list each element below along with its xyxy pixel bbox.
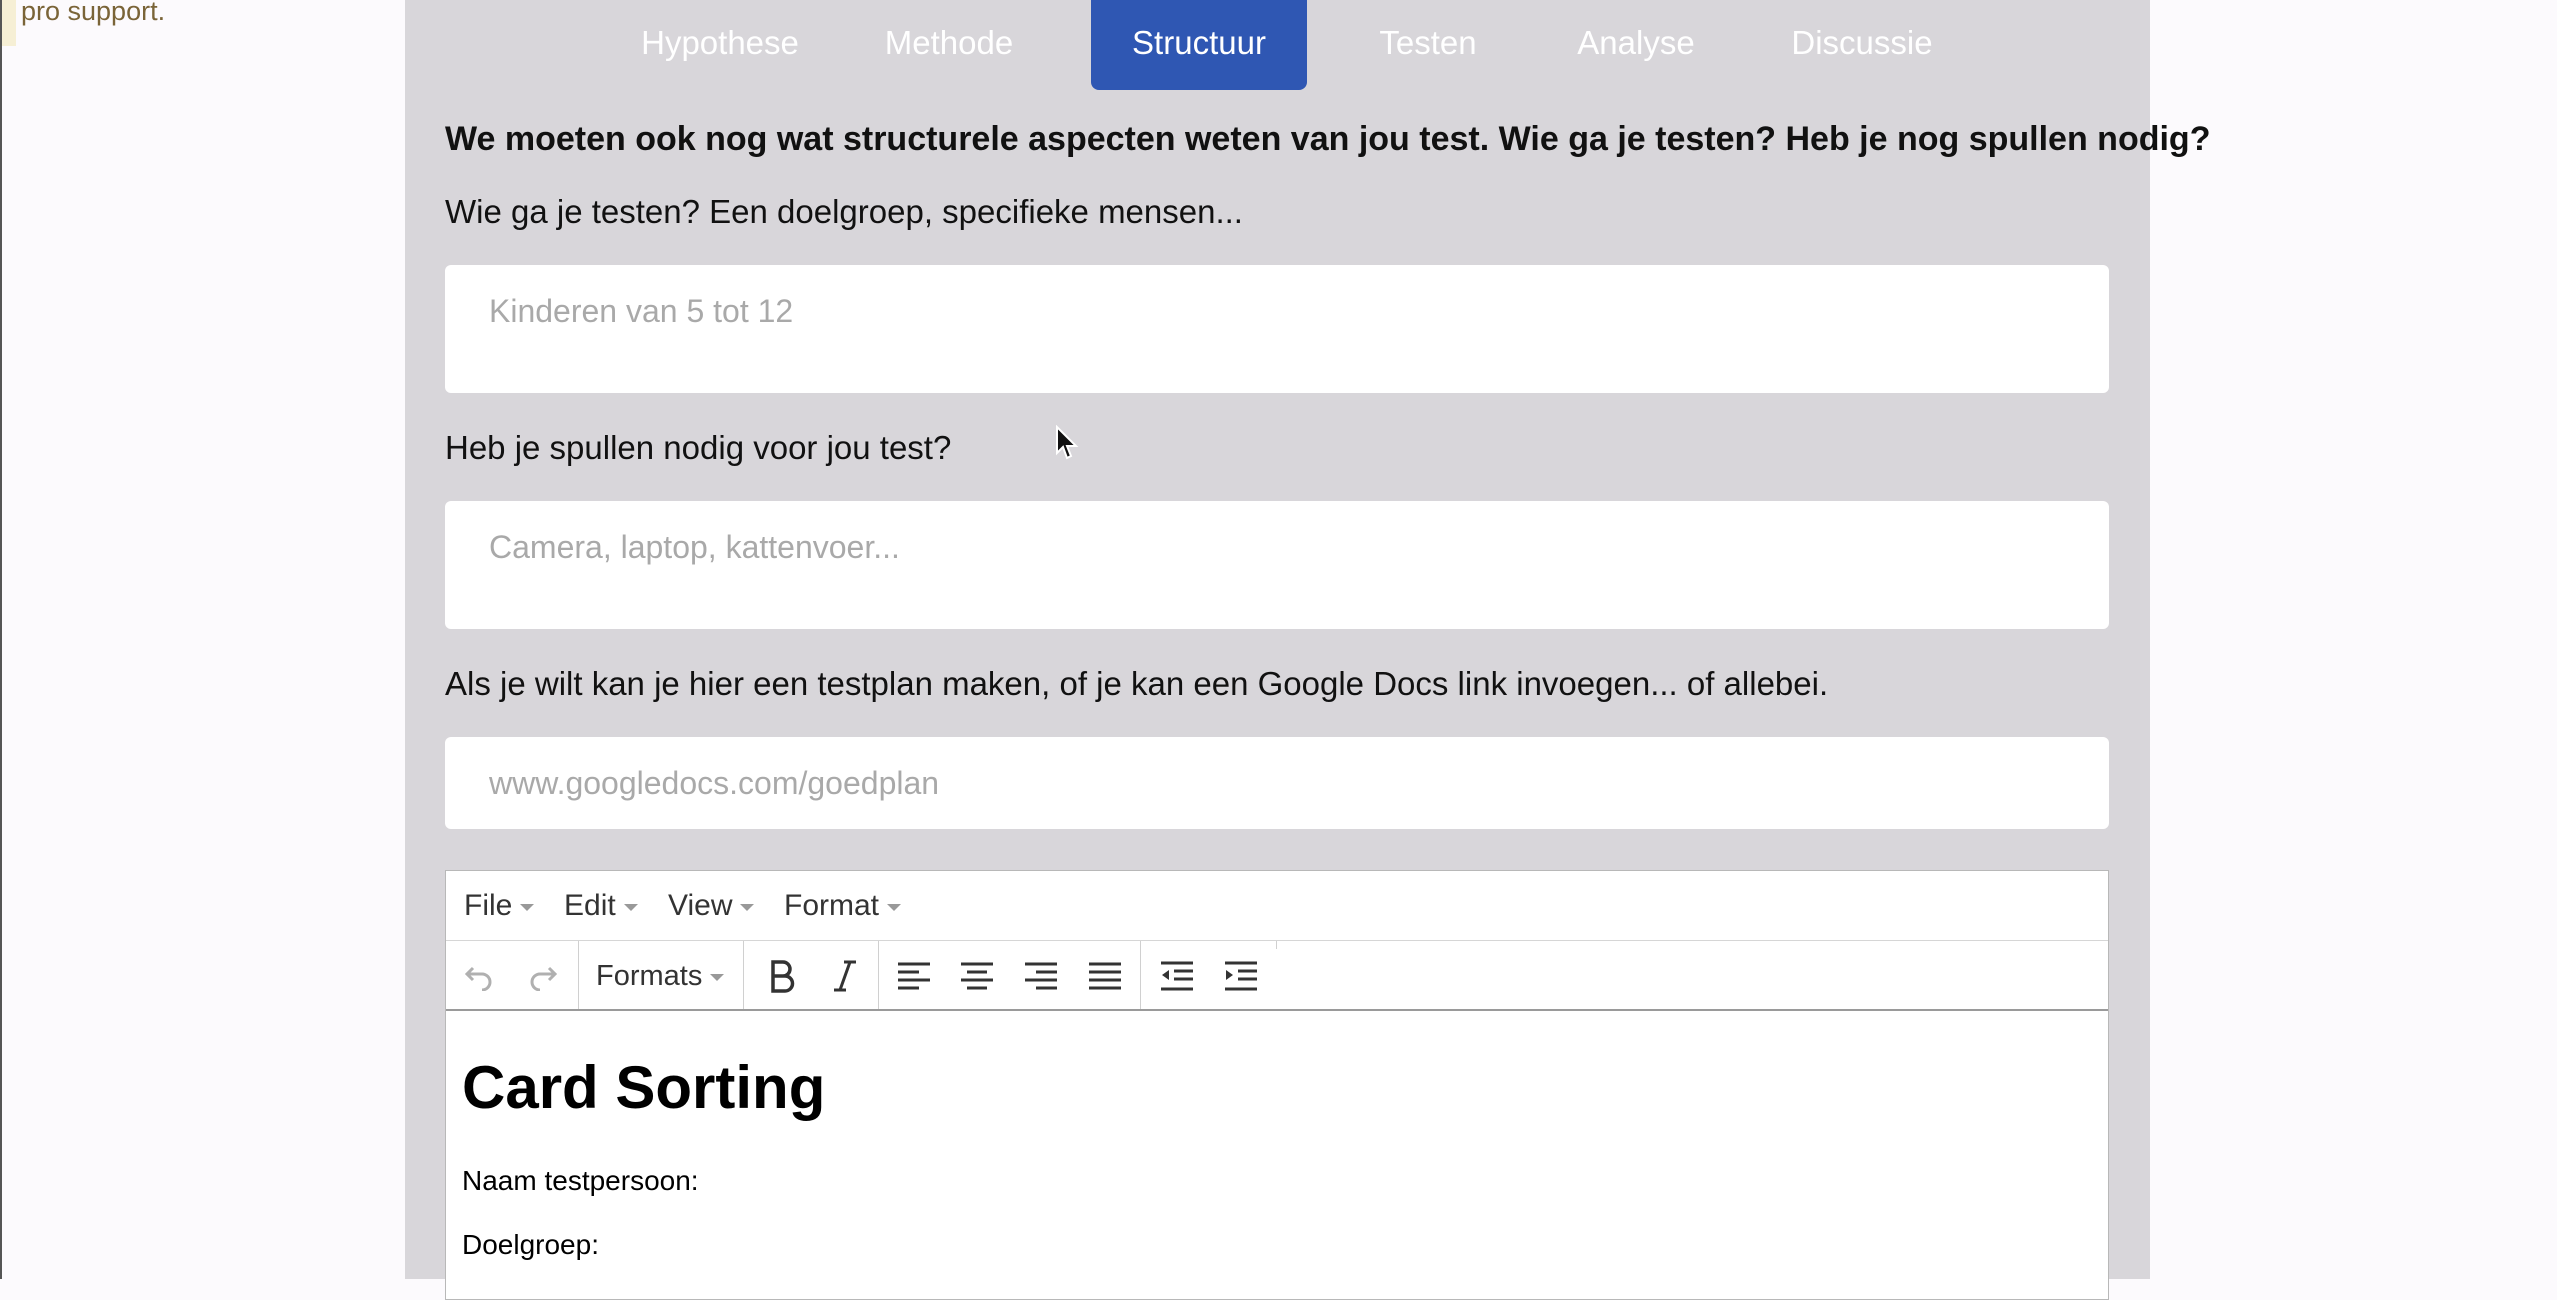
rich-text-editor: File Edit View Format Formats Card Sorti… [445, 870, 2109, 1300]
bold-icon[interactable] [757, 951, 807, 1001]
undo-icon[interactable] [454, 951, 504, 1001]
toolbar-separator [1276, 941, 1277, 949]
chevron-down-icon [887, 903, 902, 911]
menu-format[interactable]: Format [784, 871, 902, 941]
plan-label: Als je wilt kan je hier een testplan mak… [445, 665, 1829, 702]
indent-icon[interactable] [1216, 951, 1266, 1001]
menu-edit-label: Edit [564, 889, 616, 922]
section-heading: We moeten ook nog wat structurele aspect… [445, 120, 2211, 158]
mouse-pointer-icon [1055, 424, 1079, 466]
formats-label: Formats [596, 960, 703, 992]
redo-icon[interactable] [518, 951, 568, 1001]
tab-discussie[interactable]: Discussie [1762, 0, 1962, 90]
who-input[interactable] [445, 265, 2109, 393]
document-title: Card Sorting [462, 1054, 826, 1121]
tab-structuur[interactable]: Structuur [1091, 0, 1307, 90]
toolbar-separator [578, 941, 579, 1009]
side-note-text: pro support. [21, 0, 166, 26]
stuff-label: Heb je spullen nodig voor jou test? [445, 429, 952, 466]
align-justify-icon[interactable] [1080, 951, 1130, 1001]
chevron-down-icon [520, 903, 535, 911]
step-tabs: Hypothese Methode Structuur Testen Analy… [405, 0, 2150, 90]
italic-icon[interactable] [820, 951, 870, 1001]
menu-file[interactable]: File [464, 871, 535, 941]
editor-menubar: File Edit View Format [446, 871, 2108, 941]
chevron-down-icon [623, 903, 638, 911]
formats-dropdown[interactable]: Formats [596, 941, 725, 1011]
toolbar-separator [1140, 941, 1141, 1009]
window-edge [0, 0, 2, 1279]
google-docs-link-input[interactable] [445, 737, 2109, 829]
tab-hypothese[interactable]: Hypothese [630, 0, 810, 90]
chevron-down-icon [740, 903, 755, 911]
outdent-icon[interactable] [1152, 951, 1202, 1001]
tab-testen[interactable]: Testen [1353, 0, 1503, 90]
align-right-icon[interactable] [1016, 951, 1066, 1001]
editor-toolbar: Formats [446, 941, 2108, 1011]
chevron-down-icon [710, 973, 725, 981]
menu-edit[interactable]: Edit [564, 871, 638, 941]
doc-line-doelgroep: Doelgroep: [462, 1229, 599, 1260]
form-panel: Hypothese Methode Structuur Testen Analy… [405, 0, 2210, 1300]
toolbar-separator [878, 941, 879, 1009]
tab-analyse[interactable]: Analyse [1551, 0, 1721, 90]
toolbar-separator [743, 941, 744, 1009]
menu-file-label: File [464, 889, 513, 922]
tab-methode[interactable]: Methode [868, 0, 1030, 90]
align-center-icon[interactable] [952, 951, 1002, 1001]
who-label: Wie ga je testen? Een doelgroep, specifi… [445, 193, 1243, 230]
doc-line-testpersoon: Naam testpersoon: [462, 1165, 699, 1196]
note-highlight [2, 0, 16, 46]
menu-format-label: Format [784, 889, 880, 922]
menu-view[interactable]: View [668, 871, 755, 941]
align-left-icon[interactable] [889, 951, 939, 1001]
stuff-input[interactable] [445, 501, 2109, 629]
menu-view-label: View [668, 889, 733, 922]
